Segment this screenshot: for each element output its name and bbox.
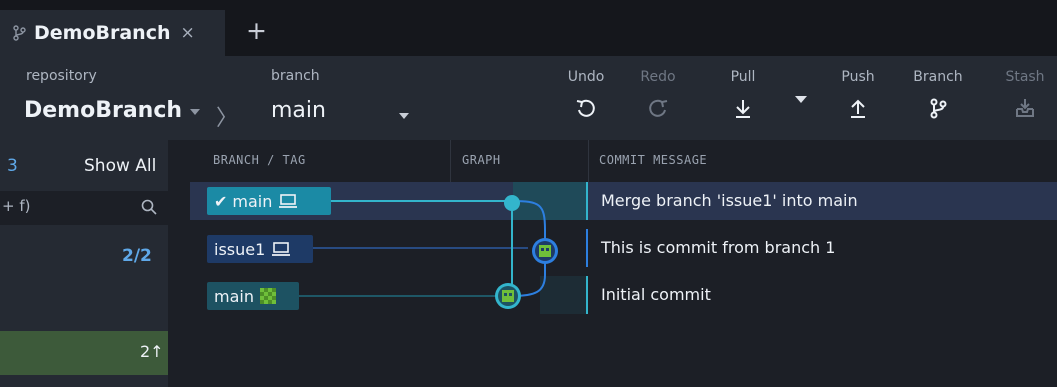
upload-icon <box>851 99 865 118</box>
remote-avatar-icon <box>259 288 276 304</box>
undo-label: Undo <box>567 69 605 85</box>
download-icon <box>736 100 750 118</box>
branch-tag-label: main <box>214 286 254 306</box>
sidebar-item-selected[interactable]: 2↑ <box>0 331 168 375</box>
undo-icon <box>576 99 595 117</box>
undo-button[interactable]: Undo <box>556 56 616 140</box>
branch-button-label: Branch <box>913 69 963 85</box>
ahead-count: 2↑ <box>140 342 164 361</box>
commit-avatar-node <box>532 238 558 264</box>
branch-tag-main[interactable]: ✔ main <box>207 187 331 215</box>
show-all-button[interactable]: Show All <box>84 156 156 176</box>
branch-tag-label: issue1 <box>214 239 266 259</box>
branch-button[interactable]: Branch <box>908 56 968 140</box>
pull-label: Pull <box>730 69 756 85</box>
laptop-icon <box>279 194 298 208</box>
tab-title: DemoBranch <box>34 22 171 44</box>
commit-graph-panel: BRANCH / TAG GRAPH COMMIT MESSAGE Merge … <box>190 140 1057 387</box>
commit-message: Initial commit <box>601 285 711 304</box>
pull-options-chevron-icon[interactable] <box>795 96 807 103</box>
app-window: DemoBranch × + repository DemoBranch 〉 b… <box>0 0 1057 387</box>
redo-label: Redo <box>640 69 676 85</box>
commit-graph <box>299 195 558 309</box>
commit-avatar-node <box>495 283 521 309</box>
chevron-right-icon: 〉 <box>216 106 239 131</box>
close-icon[interactable]: × <box>181 23 195 43</box>
column-header-commit-message[interactable]: COMMIT MESSAGE <box>599 153 707 167</box>
repository-selector[interactable]: DemoBranch <box>24 98 182 123</box>
merge-commit-node <box>504 195 520 211</box>
tab-demobranch[interactable]: DemoBranch × <box>0 10 225 56</box>
sidebar-search-input[interactable]: + f) <box>0 191 168 225</box>
redo-icon <box>649 99 668 117</box>
branch-count: 3 <box>7 156 18 176</box>
commit-message: This is commit from branch 1 <box>601 238 836 257</box>
branch-tag-issue1[interactable]: issue1 <box>207 235 313 263</box>
search-icon <box>141 199 157 215</box>
branch-icon <box>13 25 26 41</box>
commit-message: Merge branch 'issue1' into main <box>601 191 858 210</box>
push-label: Push <box>841 69 875 85</box>
pull-button[interactable]: Pull <box>713 56 773 140</box>
branch-selector[interactable]: main <box>271 98 326 123</box>
add-tab-button[interactable]: + <box>246 16 267 46</box>
stash-icon <box>1016 99 1034 117</box>
branch-fraction: 2/2 <box>122 246 152 266</box>
branch-label: branch <box>271 68 320 84</box>
branch-tag-label: main <box>232 191 273 211</box>
chevron-down-icon[interactable] <box>399 113 409 119</box>
stash-label: Stash <box>1005 69 1045 85</box>
push-button[interactable]: Push <box>828 56 888 140</box>
tab-bar: DemoBranch × + <box>0 0 1057 56</box>
left-sidebar: 3 Show All + f) 2/2 2↑ <box>0 140 168 387</box>
checkmark-icon: ✔ <box>214 191 228 211</box>
stash-button[interactable]: Stash <box>995 56 1055 140</box>
redo-button[interactable]: Redo <box>628 56 688 140</box>
repository-label: repository <box>26 68 97 84</box>
laptop-icon <box>272 242 291 256</box>
branch-tag-remote-main[interactable]: main <box>207 282 299 310</box>
branch-icon <box>930 98 947 119</box>
toolbar: repository DemoBranch 〉 branch main Undo… <box>0 56 1057 140</box>
search-placeholder: + f) <box>2 197 31 215</box>
chevron-down-icon[interactable] <box>190 109 200 115</box>
